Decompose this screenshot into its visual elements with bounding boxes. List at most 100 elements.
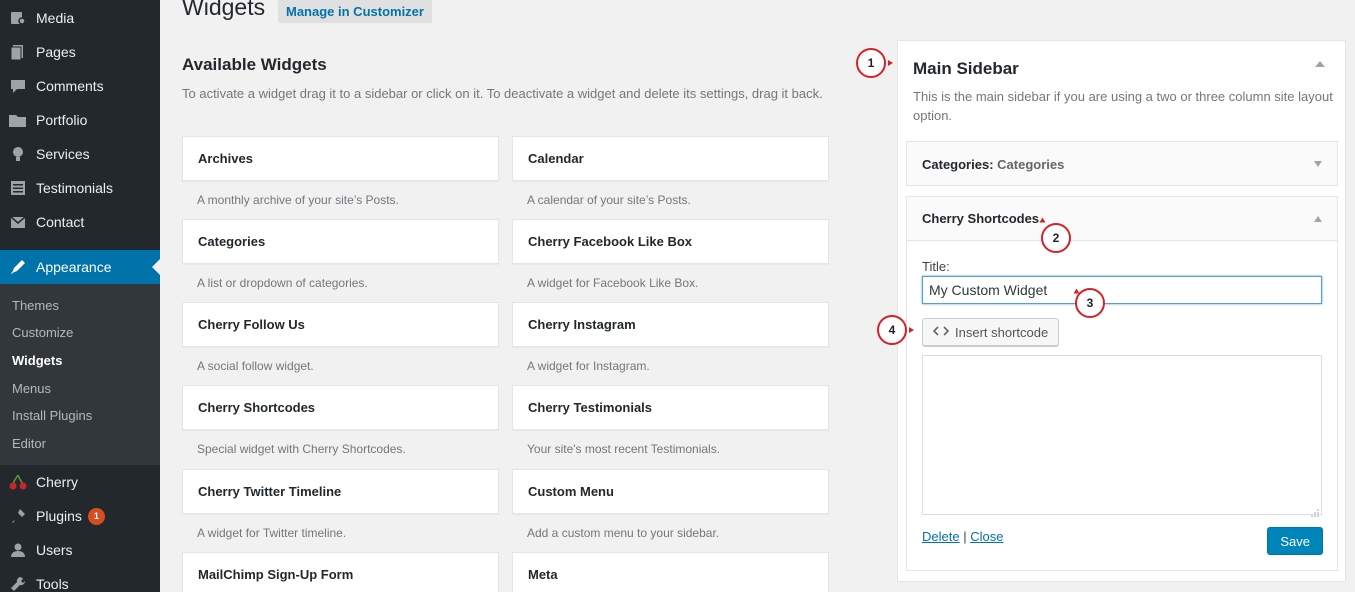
widget-description: Your site's most recent Testimonials. [527, 442, 721, 456]
admin-menu: Media Pages Comments Portfolio Services … [0, 0, 160, 592]
widget-header[interactable]: Cherry Shortcodes [907, 197, 1337, 241]
main-sidebar-area: Main Sidebar This is the main sidebar if… [897, 40, 1346, 582]
widget-tile-cherry-facebook-like-box[interactable]: Cherry Facebook Like Box [512, 219, 829, 264]
submenu-item-themes[interactable]: Themes [12, 298, 59, 313]
page-title: Widgets [182, 0, 266, 20]
manage-in-customizer-button[interactable]: Manage in Customizer [278, 0, 432, 23]
sidebar-widget-cherry-shortcodes: Cherry Shortcodes Title: Insert shortcod… [906, 196, 1338, 571]
widget-tile-custom-menu[interactable]: Custom Menu [512, 469, 829, 514]
menu-item-label: Cherry [36, 474, 79, 490]
testimonials-icon [0, 179, 36, 197]
menu-item-pages[interactable]: Pages [0, 35, 160, 69]
portfolio-icon [0, 111, 36, 129]
main-sidebar-title[interactable]: Main Sidebar [913, 59, 1019, 79]
callout-4: 4 [877, 315, 907, 345]
widget-tile-calendar[interactable]: Calendar [512, 136, 829, 181]
main-sidebar-description: This is the main sidebar if you are usin… [913, 89, 1333, 123]
resize-grip-icon[interactable] [1311, 504, 1319, 517]
menu-item-users[interactable]: Users [0, 533, 160, 567]
widget-description: Special widget with Cherry Shortcodes. [197, 442, 406, 456]
widget-description: A widget for Instagram. [527, 359, 650, 373]
widget-description: A calendar of your site’s Posts. [527, 193, 691, 207]
menu-item-label: Media [36, 10, 75, 26]
title-label: Title: [922, 259, 950, 274]
callout-3: 3 [1075, 288, 1105, 318]
pages-icon [0, 43, 36, 61]
insert-shortcode-label: Insert shortcode [955, 324, 1049, 340]
widget-description: A monthly archive of your site’s Posts. [197, 193, 399, 207]
widget-tile-archives[interactable]: Archives [182, 136, 499, 181]
menu-item-comments[interactable]: Comments [0, 69, 160, 103]
menu-item-label: Testimonials [36, 180, 114, 196]
appearance-icon [0, 258, 36, 276]
menu-item-appearance[interactable]: Appearance [0, 250, 160, 284]
submenu-item-widgets[interactable]: Widgets [12, 353, 62, 368]
widget-tile-meta[interactable]: Meta [512, 552, 829, 592]
callout-arrow-icon [1039, 217, 1046, 223]
widget-description: A list or dropdown of categories. [197, 276, 368, 290]
contact-icon [0, 213, 36, 231]
widget-title: Categories [997, 156, 1065, 172]
menu-item-label: Pages [36, 44, 76, 60]
available-widgets-description: To activate a widget drag it to a sideba… [182, 86, 823, 101]
code-icon [932, 325, 950, 340]
widget-header[interactable]: Categories: Categories [907, 142, 1337, 186]
shortcode-content-textarea[interactable] [922, 355, 1322, 517]
menu-item-testimonials[interactable]: Testimonials [0, 171, 160, 205]
menu-item-label: Users [36, 542, 73, 558]
media-icon [0, 9, 36, 27]
widget-tile-cherry-twitter-timeline[interactable]: Cherry Twitter Timeline [182, 469, 499, 514]
widget-tile-mailchimp-sign-up-form[interactable]: MailChimp Sign-Up Form [182, 552, 499, 592]
widget-tile-cherry-follow-us[interactable]: Cherry Follow Us [182, 302, 499, 347]
cherry-icon [0, 473, 36, 491]
menu-item-label: Tools [36, 576, 69, 592]
menu-item-label: Comments [36, 78, 104, 94]
save-button[interactable]: Save [1267, 527, 1323, 555]
sidebar-widget-categories[interactable]: Categories: Categories [906, 141, 1338, 186]
menu-item-media[interactable]: Media [0, 1, 160, 35]
callout-arrow-icon [909, 327, 914, 333]
widget-tile-cherry-shortcodes[interactable]: Cherry Shortcodes [182, 385, 499, 430]
close-link[interactable]: Close [970, 529, 1003, 544]
widget-description: A social follow widget. [197, 359, 314, 373]
expand-arrow-icon[interactable] [1314, 161, 1322, 167]
widget-tile-cherry-testimonials[interactable]: Cherry Testimonials [512, 385, 829, 430]
widget-description: A widget for Facebook Like Box. [527, 276, 699, 290]
collapse-arrow-icon[interactable] [1314, 216, 1322, 222]
services-icon [0, 145, 36, 163]
available-widgets-title: Available Widgets [182, 55, 327, 74]
submenu-item-install-plugins[interactable]: Install Plugins [12, 408, 92, 423]
callout-arrow-icon [888, 60, 893, 66]
widget-tile-cherry-instagram[interactable]: Cherry Instagram [512, 302, 829, 347]
widget-name: Categories: [922, 156, 994, 172]
callout-arrow-icon [1073, 288, 1080, 294]
comments-icon [0, 77, 36, 95]
collapse-arrow-icon[interactable] [1315, 61, 1325, 67]
menu-item-contact[interactable]: Contact [0, 205, 160, 239]
title-input[interactable] [922, 276, 1322, 304]
widget-description: A widget for Twitter timeline. [197, 526, 347, 540]
appearance-submenu: Themes Customize Widgets Menus Install P… [0, 284, 160, 465]
delete-link[interactable]: Delete [922, 529, 960, 544]
users-icon [0, 541, 36, 559]
widget-control-actions: Delete | Close [922, 529, 1003, 544]
widget-name: Cherry Shortcodes [922, 211, 1040, 226]
menu-item-label: Appearance [36, 259, 112, 275]
widget-tile-categories[interactable]: Categories [182, 219, 499, 264]
menu-item-cherry[interactable]: Cherry [0, 465, 160, 499]
menu-item-label: Plugins [36, 508, 82, 524]
action-separator: | [963, 529, 967, 544]
widget-description: Add a custom menu to your sidebar. [527, 526, 720, 540]
menu-item-services[interactable]: Services [0, 137, 160, 171]
menu-item-plugins[interactable]: Plugins 1 [0, 499, 160, 533]
plugins-icon [0, 507, 36, 525]
menu-item-label: Contact [36, 214, 85, 230]
menu-item-portfolio[interactable]: Portfolio [0, 103, 160, 137]
plugins-update-badge: 1 [87, 507, 105, 525]
insert-shortcode-button[interactable]: Insert shortcode [922, 318, 1060, 346]
submenu-item-editor[interactable]: Editor [12, 436, 46, 451]
menu-item-tools[interactable]: Tools [0, 567, 160, 592]
submenu-item-menus[interactable]: Menus [12, 381, 51, 396]
menu-item-label: Portfolio [36, 112, 88, 128]
submenu-item-customize[interactable]: Customize [12, 325, 73, 340]
